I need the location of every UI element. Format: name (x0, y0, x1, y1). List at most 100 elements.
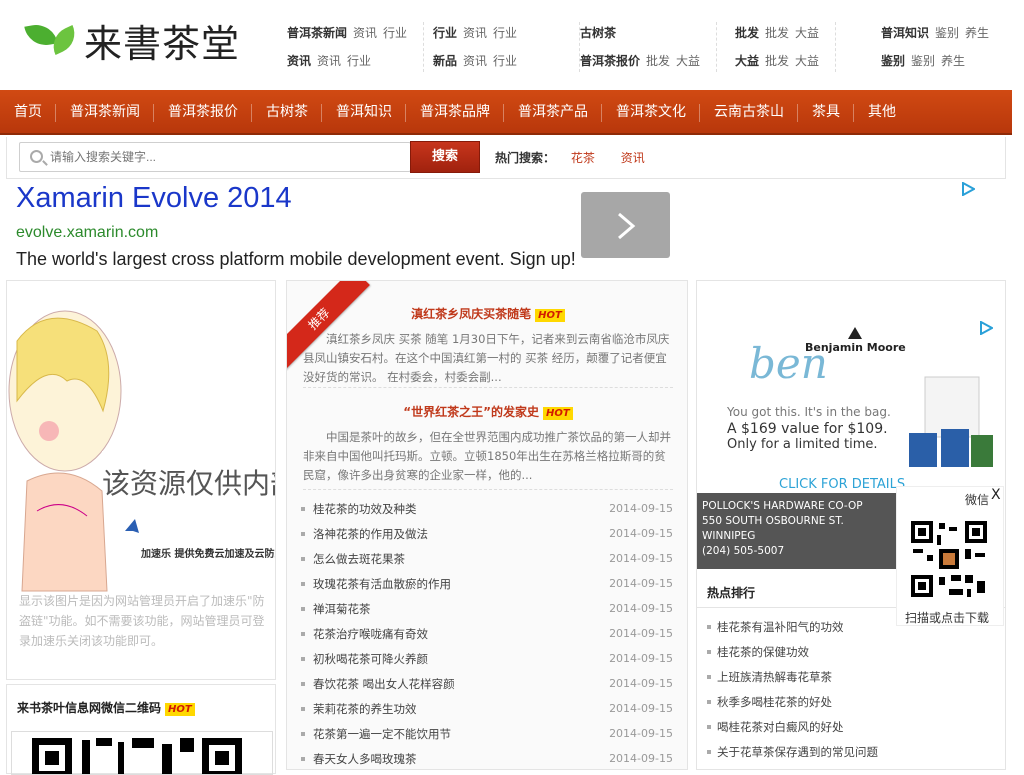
featured-article[interactable]: 滇红茶乡凤庆买茶随笔 HOT 滇红茶乡凤庆 买茶 随笔 1月30日下午，记者来到云… (303, 305, 673, 387)
list-item[interactable]: 洛神花茶的作用及做法 2014-09-15 (301, 524, 683, 549)
news-title[interactable]: 怎么做去斑花果茶 (313, 549, 405, 569)
list-item[interactable]: 关于花草茶保存遇到的常见问题 (707, 742, 997, 767)
list-item[interactable]: 春天女人多喝玫瑰茶 2014-09-15 (301, 749, 683, 769)
news-title[interactable]: 初秋喝花茶可降火养颜 (313, 649, 428, 669)
nav-item-tea-mountains[interactable]: 云南古茶山 (700, 90, 798, 135)
hot-search-term[interactable]: 花茶 (571, 151, 595, 165)
header-sublink[interactable]: 资讯 (317, 54, 341, 68)
featured-title[interactable]: 滇红茶乡凤庆买茶随笔 (411, 307, 531, 321)
adchoices-icon[interactable] (961, 182, 975, 196)
ad-url[interactable]: evolve.xamarin.com (16, 224, 158, 242)
list-item[interactable]: 秋季多喝桂花茶的好处 (707, 692, 997, 717)
header-sublink[interactable]: 资讯 (463, 54, 487, 68)
nav-item-news[interactable]: 普洱茶新闻 (56, 90, 154, 135)
header-link[interactable]: 新品 (433, 54, 457, 68)
search-input[interactable] (50, 147, 400, 167)
list-item[interactable]: 怎么做去斑花果茶 2014-09-15 (301, 549, 683, 574)
news-title[interactable]: 花茶治疗喉咙痛有奇效 (313, 624, 428, 644)
nav-item-ancient-tree[interactable]: 古树茶 (252, 90, 322, 135)
qr-panel-title: 来书茶叶信息网微信二维码 (17, 701, 162, 715)
close-icon[interactable]: X (991, 487, 1001, 503)
list-item[interactable]: 初秋喝花茶可降火养颜 2014-09-15 (301, 649, 683, 674)
hot-ranking-list: 桂花茶有温补阳气的功效 桂花茶的保健功效 上班族清热解毒花草茶 秋季多喝桂花茶的… (707, 617, 997, 767)
list-item[interactable]: 玫瑰花茶有活血散瘀的作用 2014-09-15 (301, 574, 683, 599)
header-link-group: 普洱知识 鉴别 养生 鉴别 鉴别 养生 (881, 22, 1005, 72)
news-title[interactable]: 洛神花茶的作用及做法 (313, 524, 428, 544)
list-item[interactable]: 上班族清热解毒花草茶 (707, 667, 997, 692)
text-ad[interactable]: Xamarin Evolve 2014 evolve.xamarin.com T… (6, 180, 1006, 278)
header-sublink[interactable]: 批发 (765, 26, 789, 40)
header-sublink[interactable]: 大益 (795, 54, 819, 68)
header-sublink[interactable]: 行业 (383, 26, 407, 40)
hot-search-term[interactable]: 资讯 (621, 151, 645, 165)
header-link[interactable]: 普洱茶新闻 (287, 26, 347, 40)
header-link[interactable]: 批发 (735, 26, 759, 40)
logo-text: 来書茶堂 (84, 21, 241, 66)
nav-item-brands[interactable]: 普洱茶品牌 (406, 90, 504, 135)
ad-arrow-button[interactable] (581, 192, 670, 258)
featured-article[interactable]: “世界红茶之王”的发家史 HOT 中国是茶叶的故乡，但在全世界范围内成功推广茶饮品… (303, 403, 673, 485)
news-date: 2014-09-15 (609, 627, 673, 640)
header-link[interactable]: 古树茶 (580, 26, 616, 40)
list-item[interactable]: 桂花茶的功效及种类 2014-09-15 (301, 499, 683, 524)
header-link[interactable]: 资讯 (287, 54, 311, 68)
nav-item-products[interactable]: 普洱茶产品 (504, 90, 602, 135)
header-sublink[interactable]: 批发 (646, 54, 670, 68)
list-item[interactable]: 禅洱菊花茶 2014-09-15 (301, 599, 683, 624)
news-title[interactable]: 玫瑰花茶有活血散瘀的作用 (313, 574, 451, 594)
news-title[interactable]: 禅洱菊花茶 (313, 599, 371, 619)
header-link[interactable]: 普洱茶报价 (580, 54, 640, 68)
news-title[interactable]: 花茶第一遍一定不能饮用节 (313, 724, 451, 744)
list-item[interactable]: 花茶第一遍一定不能饮用节 2014-09-15 (301, 724, 683, 749)
nav-item-prices[interactable]: 普洱茶报价 (154, 90, 252, 135)
header-link[interactable]: 普洱知识 (881, 26, 929, 40)
featured-title[interactable]: “世界红茶之王”的发家史 (403, 405, 539, 419)
wechat-label: 微信 (965, 493, 990, 507)
news-date: 2014-09-15 (609, 727, 673, 740)
qr-code-image (11, 731, 273, 775)
search-button[interactable]: 搜索 (410, 141, 480, 173)
header-sublink[interactable]: 大益 (795, 26, 819, 40)
header-sublink[interactable]: 资讯 (463, 26, 487, 40)
header-sublink[interactable]: 大益 (676, 54, 700, 68)
adchoices-icon[interactable] (979, 321, 993, 335)
wechat-download-link[interactable]: 扫描或点击下载 (905, 609, 989, 626)
nav-item-teaware[interactable]: 茶具 (798, 90, 854, 135)
chevron-right-icon (618, 212, 636, 240)
header-sublink[interactable]: 鉴别 (935, 26, 959, 40)
nav-item-other[interactable]: 其他 (854, 90, 910, 135)
ad-cta-link[interactable]: CLICK FOR DETAILS (779, 477, 905, 492)
header-sublink[interactable]: 资讯 (353, 26, 377, 40)
nav-item-home[interactable]: 首页 (0, 90, 56, 135)
header-sublink[interactable]: 养生 (965, 26, 989, 40)
ad-title[interactable]: Xamarin Evolve 2014 (16, 182, 292, 215)
nav-item-knowledge[interactable]: 普洱知识 (322, 90, 406, 135)
header-sublink[interactable]: 养生 (941, 54, 965, 68)
news-date: 2014-09-15 (609, 602, 673, 615)
list-item[interactable]: 春饮花茶 喝出女人花样容颜 2014-09-15 (301, 674, 683, 699)
list-item[interactable]: 茉莉花茶的养生功效 2014-09-15 (301, 699, 683, 724)
list-item[interactable]: 花茶治疗喉咙痛有奇效 2014-09-15 (301, 624, 683, 649)
header-link-group: 古树茶 普洱茶报价 批发 大益 (579, 22, 718, 72)
wechat-float-panel[interactable]: 微信 X 扫描或点击下载 (896, 486, 1004, 626)
header-link[interactable]: 行业 (433, 26, 457, 40)
list-item[interactable]: 桂花茶的保健功效 (707, 642, 997, 667)
header-sublink[interactable]: 行业 (493, 54, 517, 68)
news-title[interactable]: 桂花茶的功效及种类 (313, 499, 417, 519)
header-sublink[interactable]: 行业 (347, 54, 371, 68)
header-sublink[interactable]: 批发 (765, 54, 789, 68)
news-title[interactable]: 春天女人多喝玫瑰茶 (313, 749, 417, 769)
news-title[interactable]: 茉莉花茶的养生功效 (313, 699, 417, 719)
search-box (19, 142, 411, 172)
qr-code-image[interactable] (909, 519, 989, 599)
news-title[interactable]: 春饮花茶 喝出女人花样容颜 (313, 674, 455, 694)
header-link[interactable]: 大益 (735, 54, 759, 68)
site-logo[interactable]: 来書茶堂 (24, 18, 240, 66)
header-sublink[interactable]: 行业 (493, 26, 517, 40)
image-caption: 该资源仅供内部交流 (102, 467, 275, 500)
list-item[interactable]: 喝桂花茶对白癜风的好处 (707, 717, 997, 742)
nav-item-culture[interactable]: 普洱茶文化 (602, 90, 700, 135)
news-date: 2014-09-15 (609, 677, 673, 690)
header-sublink[interactable]: 鉴别 (911, 54, 935, 68)
header-link[interactable]: 鉴别 (881, 54, 905, 68)
